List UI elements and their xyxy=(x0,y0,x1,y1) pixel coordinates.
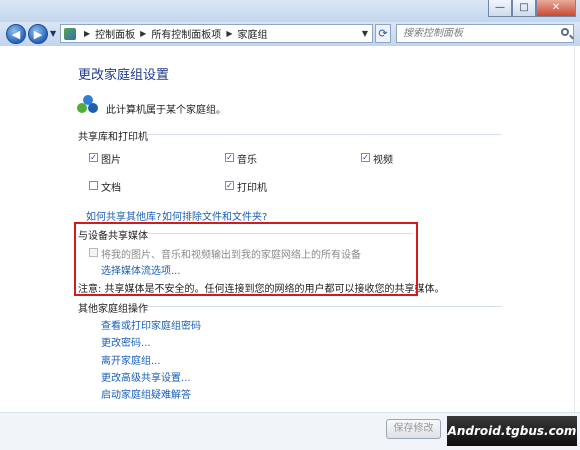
highlight-box xyxy=(74,222,418,296)
page-title: 更改家庭组设置 xyxy=(78,68,170,83)
advanced-sharing-link[interactable]: 更改高级共享设置... xyxy=(101,369,191,384)
window-controls: — □ ✕ xyxy=(488,0,576,17)
music-label: 音乐 xyxy=(237,155,257,166)
breadcrumb-homegroup[interactable]: 家庭组 xyxy=(237,26,267,41)
chevron-right-icon[interactable]: ▶ xyxy=(140,29,146,38)
leave-homegroup-link[interactable]: 离开家庭组... xyxy=(101,352,161,367)
address-dropdown-icon[interactable]: ▼ xyxy=(362,29,368,38)
other-actions-title: 其他家庭组操作 xyxy=(78,304,148,315)
maximize-button[interactable]: □ xyxy=(512,0,536,17)
back-arrow-icon[interactable]: ◀ xyxy=(6,24,26,44)
history-dropdown-icon[interactable]: ▼ xyxy=(50,29,56,38)
address-bar[interactable]: ▶ 控制面板 ▶ 所有控制面板项 ▶ 家庭组 ▼ xyxy=(60,24,373,43)
homegroup-settings-panel: 更改家庭组设置 此计算机属于某个家庭组。 共享库和打印机 ✓ 图片 ✓ 音乐 ✓… xyxy=(0,46,580,412)
divider xyxy=(146,306,502,307)
pictures-checkbox[interactable]: ✓ xyxy=(89,153,98,162)
forward-arrow-icon[interactable]: ▶ xyxy=(28,24,48,44)
share-section-title: 共享库和打印机 xyxy=(78,132,148,143)
printers-label: 打印机 xyxy=(237,183,267,194)
minimize-button[interactable]: — xyxy=(488,0,512,17)
share-other-libraries-link[interactable]: 如何共享其他库? xyxy=(86,208,161,223)
chevron-right-icon[interactable]: ▶ xyxy=(226,29,232,38)
save-changes-button[interactable]: 保存修改 xyxy=(386,419,441,439)
homegroup-icon xyxy=(77,95,98,113)
watermark: Android.tgbus.com xyxy=(447,416,577,446)
navigation-bar: ◀ ▶ ▼ ▶ 控制面板 ▶ 所有控制面板项 ▶ 家庭组 ▼ ⟳ 搜索控制面板 xyxy=(0,22,580,46)
videos-checkbox[interactable]: ✓ xyxy=(361,153,370,162)
control-panel-icon xyxy=(64,27,76,40)
breadcrumb-all-items[interactable]: 所有控制面板项 xyxy=(151,26,221,41)
search-placeholder: 搜索控制面板 xyxy=(403,28,463,39)
documents-label: 文档 xyxy=(101,183,121,194)
troubleshooter-link[interactable]: 启动家庭组疑难解答 xyxy=(101,386,191,401)
music-checkbox[interactable]: ✓ xyxy=(225,153,234,162)
search-input[interactable]: 搜索控制面板 xyxy=(396,24,574,43)
exclude-files-link[interactable]: 如何排除文件和文件夹? xyxy=(162,208,267,223)
pictures-label: 图片 xyxy=(101,155,121,166)
close-button[interactable]: ✕ xyxy=(536,0,576,17)
title-bar: — □ ✕ xyxy=(0,0,580,22)
breadcrumb-control-panel[interactable]: 控制面板 xyxy=(95,26,135,41)
printers-checkbox[interactable]: ✓ xyxy=(225,181,234,190)
videos-label: 视频 xyxy=(373,155,393,166)
documents-checkbox[interactable] xyxy=(89,181,98,190)
divider xyxy=(146,134,502,135)
view-print-password-link[interactable]: 查看或打印家庭组密码 xyxy=(101,317,201,332)
search-icon[interactable] xyxy=(561,28,569,36)
membership-text: 此计算机属于某个家庭组。 xyxy=(106,105,226,116)
change-password-link[interactable]: 更改密码... xyxy=(101,334,151,349)
chevron-right-icon[interactable]: ▶ xyxy=(84,29,90,38)
refresh-icon[interactable]: ⟳ xyxy=(375,24,391,43)
control-panel-window: — □ ✕ ◀ ▶ ▼ ▶ 控制面板 ▶ 所有控制面板项 ▶ 家庭组 ▼ ⟳ 搜… xyxy=(0,0,580,450)
